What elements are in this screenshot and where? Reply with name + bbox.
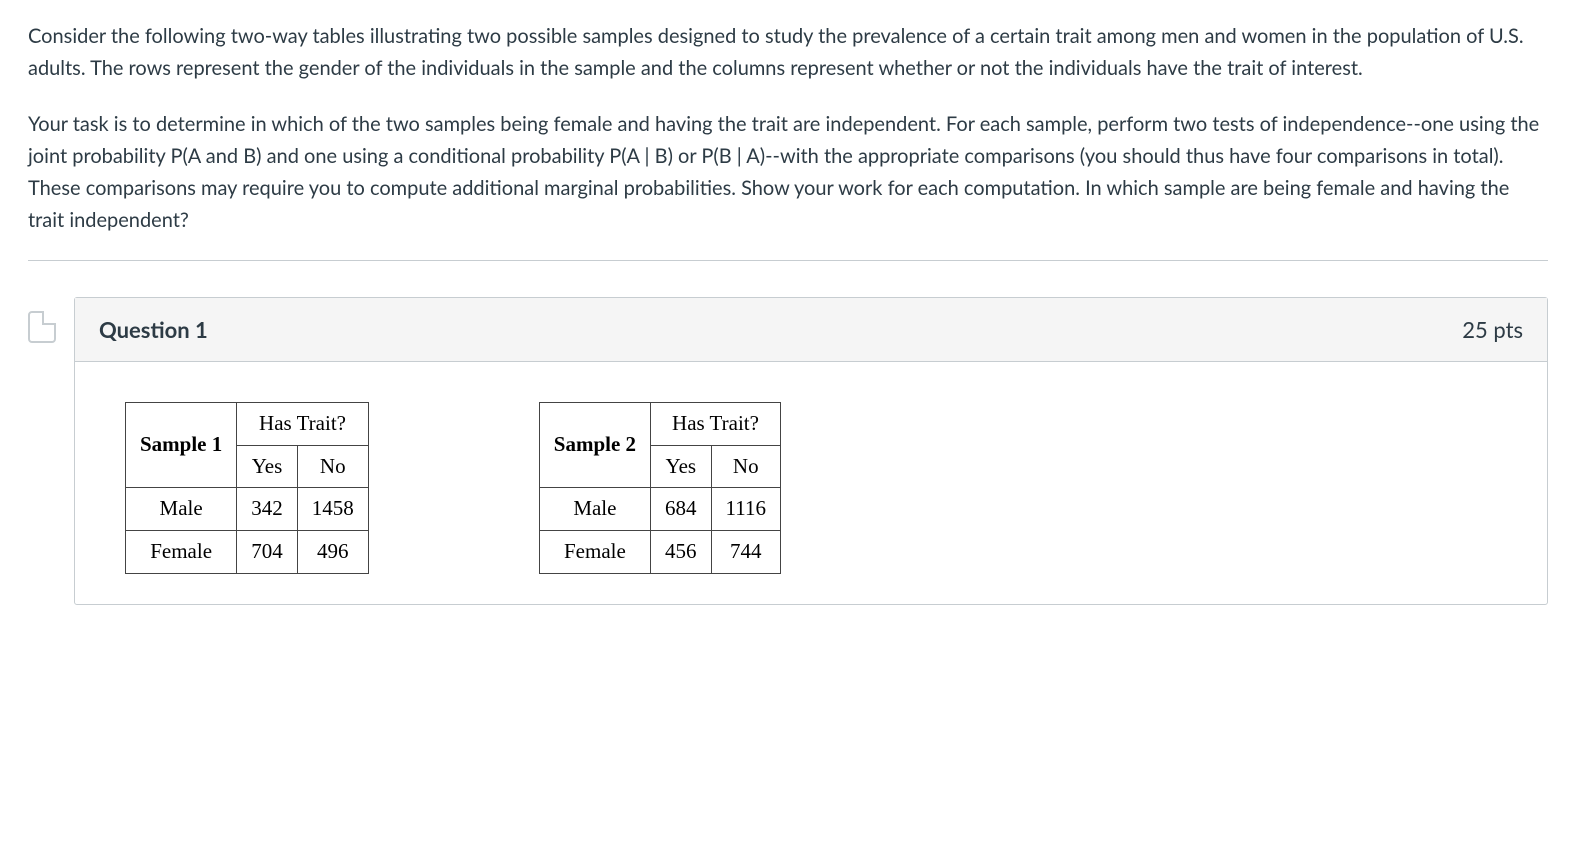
sample2-trait-header: Has Trait? [651, 403, 781, 446]
table-row: Sample 2 Has Trait? [539, 403, 780, 446]
sample2-col-yes: Yes [651, 445, 712, 488]
question-box: Question 1 25 pts Sample 1 Has Trait? Ye… [74, 297, 1548, 605]
question-header: Question 1 25 pts [75, 298, 1547, 362]
question-icon-wrap [28, 297, 56, 343]
table-row: Male 684 1116 [539, 488, 780, 531]
sample2-row0-no: 1116 [711, 488, 780, 531]
file-icon [28, 311, 56, 343]
question-body: Sample 1 Has Trait? Yes No Male 342 1458… [75, 362, 1547, 603]
sample2-row0-yes: 684 [651, 488, 712, 531]
section-divider [28, 260, 1548, 261]
sample1-row1-label: Female [126, 530, 237, 573]
sample1-col-yes: Yes [237, 445, 298, 488]
sample1-table: Sample 1 Has Trait? Yes No Male 342 1458… [125, 402, 369, 573]
sample2-row1-no: 744 [711, 530, 780, 573]
question-title: Question 1 [99, 312, 208, 347]
sample1-row0-no: 1458 [297, 488, 368, 531]
sample1-trait-header: Has Trait? [237, 403, 369, 446]
sample1-row1-no: 496 [297, 530, 368, 573]
sample1-title-cell: Sample 1 [126, 403, 237, 488]
table-row: Sample 1 Has Trait? [126, 403, 369, 446]
intro-paragraph-2: Your task is to determine in which of th… [28, 108, 1548, 236]
table-row: Female 456 744 [539, 530, 780, 573]
table-row: Female 704 496 [126, 530, 369, 573]
intro-paragraph-1: Consider the following two-way tables il… [28, 20, 1548, 84]
sample2-row0-label: Male [539, 488, 650, 531]
sample2-row1-label: Female [539, 530, 650, 573]
question-container: Question 1 25 pts Sample 1 Has Trait? Ye… [28, 297, 1548, 605]
tables-row: Sample 1 Has Trait? Yes No Male 342 1458… [125, 402, 1497, 573]
sample1-row0-yes: 342 [237, 488, 298, 531]
sample1-row0-label: Male [126, 488, 237, 531]
sample2-table: Sample 2 Has Trait? Yes No Male 684 1116… [539, 402, 781, 573]
sample1-row1-yes: 704 [237, 530, 298, 573]
sample2-col-no: No [711, 445, 780, 488]
question-points: 25 pts [1462, 312, 1523, 347]
sample1-col-no: No [297, 445, 368, 488]
table-row: Male 342 1458 [126, 488, 369, 531]
sample2-title-cell: Sample 2 [539, 403, 650, 488]
sample2-row1-yes: 456 [651, 530, 712, 573]
